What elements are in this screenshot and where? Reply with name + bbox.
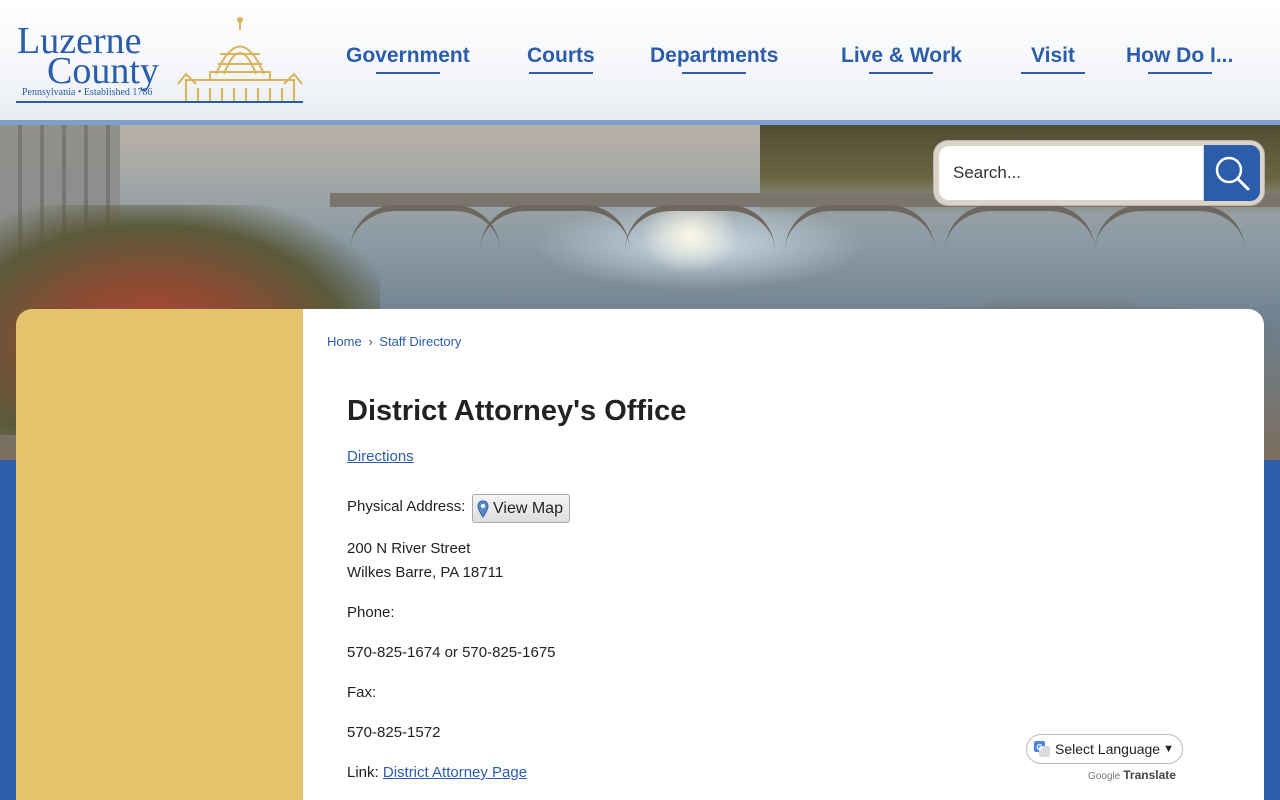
nav-how-do-i[interactable]: How Do I... <box>1126 44 1233 74</box>
svg-text:G: G <box>1037 743 1043 752</box>
hero-bridge-arch <box>350 205 500 251</box>
hero-bridge-arch <box>945 205 1095 251</box>
logo-subtitle: Pennsylvania • Established 1786 <box>22 87 153 98</box>
view-map-label: View Map <box>493 499 563 517</box>
nav-label: Government <box>346 44 470 67</box>
search-input[interactable] <box>939 146 1203 200</box>
select-language-dropdown[interactable]: G Select Language ▼ <box>1026 734 1183 764</box>
nav-label: Live & Work <box>841 44 962 67</box>
nav-underline <box>869 72 934 74</box>
hero-bridge-arch <box>480 205 630 251</box>
page-title: District Attorney's Office <box>347 395 687 427</box>
nav-government[interactable]: Government <box>346 44 470 74</box>
link-row: Link: District Attorney Page <box>347 764 527 781</box>
nav-visit[interactable]: Visit <box>1021 44 1085 74</box>
search-icon <box>1215 156 1250 191</box>
logo-underline <box>16 101 303 103</box>
select-language-label: Select Language <box>1055 741 1161 757</box>
nav-underline <box>1021 72 1085 74</box>
site-header: Luzerne County Pennsylvania • Establishe… <box>0 0 1280 120</box>
address-line-2: Wilkes Barre, PA 18711 <box>347 564 504 581</box>
breadcrumb-home[interactable]: Home <box>327 334 362 349</box>
nav-label: Visit <box>1031 44 1075 67</box>
hero-bridge-arch <box>1095 205 1245 251</box>
fax-label: Fax: <box>347 684 377 701</box>
fax-value: 570-825-1572 <box>347 724 441 741</box>
nav-underline <box>1147 72 1212 74</box>
directions-link[interactable]: Directions <box>347 448 414 465</box>
phone-value: 570-825-1674 or 570-825-1675 <box>347 644 556 661</box>
hero-bridge-arch <box>625 205 775 251</box>
courthouse-dome-icon <box>177 17 303 102</box>
search-box <box>934 141 1264 205</box>
map-pin-icon <box>477 499 489 518</box>
chevron-down-icon: ▼ <box>1163 743 1174 755</box>
nav-courts[interactable]: Courts <box>527 44 595 74</box>
logo-word-county: County <box>47 50 159 92</box>
nav-label: Departments <box>650 44 779 67</box>
breadcrumb: Home › Staff Directory <box>327 334 461 349</box>
phone-label: Phone: <box>347 604 395 621</box>
luzerne-county-logo[interactable]: Luzerne County Pennsylvania • Establishe… <box>14 14 304 106</box>
nav-underline <box>682 72 747 74</box>
nav-underline <box>528 72 593 74</box>
link-label: Link: <box>347 764 379 781</box>
main-content: Home › Staff Directory District Attorney… <box>303 309 1264 800</box>
nav-underline <box>375 72 440 74</box>
physical-address-label: Physical Address: <box>347 498 466 515</box>
powered-by-google: Google Translate <box>1088 768 1176 782</box>
translate-link[interactable]: Translate <box>1123 768 1176 782</box>
google-translate-icon: G <box>1034 741 1050 757</box>
view-map-button[interactable]: View Map <box>472 494 570 523</box>
hero-bridge-arch <box>785 205 935 251</box>
district-attorney-page-link[interactable]: District Attorney Page <box>383 764 527 781</box>
breadcrumb-separator: › <box>368 334 373 349</box>
breadcrumb-staff-directory[interactable]: Staff Directory <box>379 334 461 349</box>
nav-label: Courts <box>527 44 595 67</box>
google-wordmark: Google <box>1088 771 1121 782</box>
address-line-1: 200 N River Street <box>347 540 471 557</box>
search-button[interactable] <box>1204 145 1260 201</box>
nav-live-work[interactable]: Live & Work <box>841 44 962 74</box>
nav-departments[interactable]: Departments <box>650 44 778 74</box>
left-sidebar <box>16 309 303 800</box>
nav-label: How Do I... <box>1126 44 1234 67</box>
